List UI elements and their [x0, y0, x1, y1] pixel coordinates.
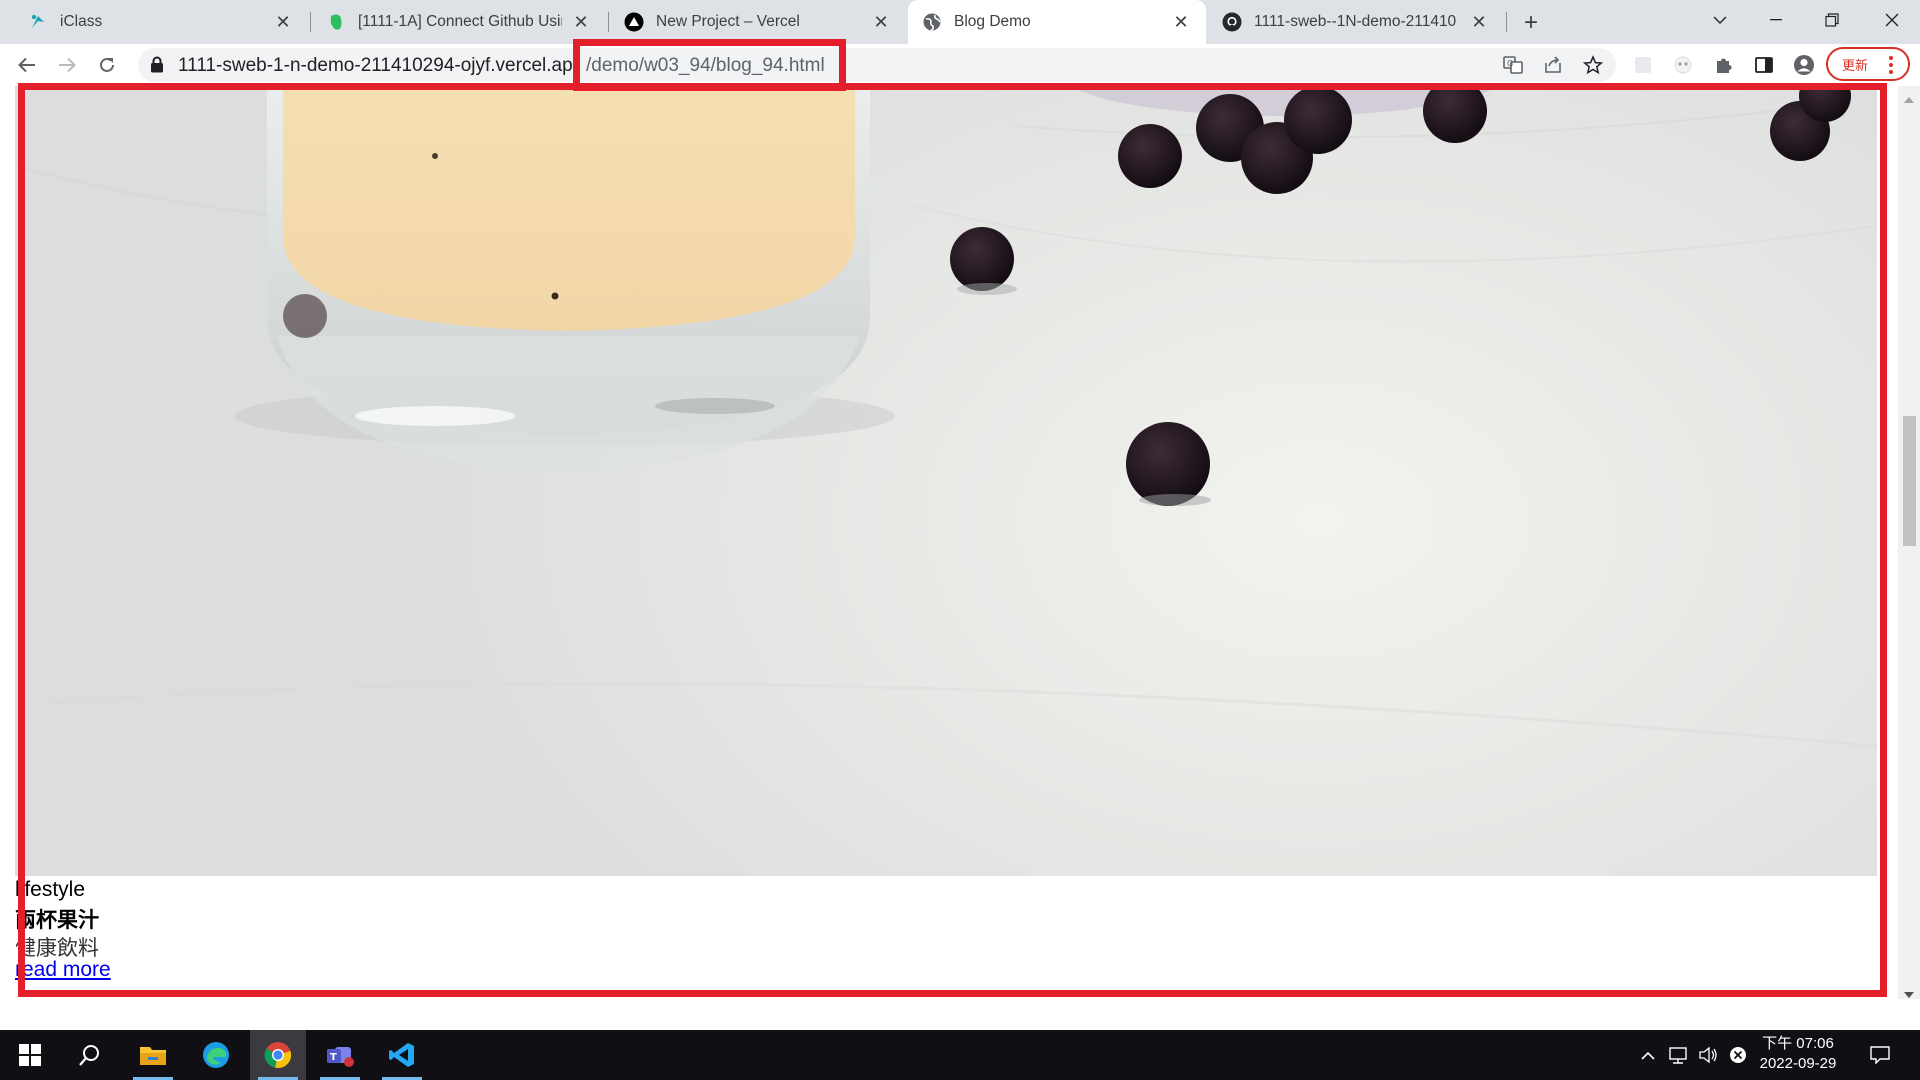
volume-icon[interactable] [1696, 1043, 1720, 1067]
tab-separator [608, 12, 609, 32]
svg-text:T: T [330, 1052, 337, 1063]
evernote-favicon-icon [326, 12, 346, 32]
tab-strip: iClass ✕ [1111-1A] Connect Github Usin ✕… [0, 0, 1920, 44]
windows-start-icon[interactable] [2, 1030, 58, 1080]
github-favicon-icon [1222, 12, 1242, 32]
file-explorer-icon[interactable] [125, 1030, 181, 1080]
tab-search-chevron-icon[interactable] [1692, 0, 1748, 40]
extensions-puzzle-icon[interactable] [1709, 50, 1739, 80]
side-panel-icon[interactable] [1749, 50, 1779, 80]
tray-overflow-chevron-icon[interactable] [1636, 1043, 1660, 1067]
update-button-label: 更新 [1842, 57, 1869, 73]
clock-time: 下午 07:06 [1762, 1035, 1834, 1052]
browser-toolbar: 1111-sweb-1-n-demo-211410294-ojyf.vercel… [0, 44, 1920, 86]
reload-button[interactable] [90, 48, 124, 82]
extension-panda-icon[interactable] [1668, 50, 1698, 80]
teams-icon[interactable]: T [312, 1030, 368, 1080]
content-highlight-box [18, 83, 1887, 997]
new-tab-button[interactable]: + [1516, 8, 1546, 38]
extension-square-icon[interactable] [1628, 50, 1658, 80]
vercel-favicon-icon [624, 12, 644, 32]
share-icon[interactable] [1538, 50, 1568, 80]
svg-text:G: G [1507, 59, 1513, 68]
search-icon[interactable] [62, 1030, 118, 1080]
scroll-up-arrow-icon[interactable] [1904, 90, 1914, 108]
bookmark-star-icon[interactable] [1578, 50, 1608, 80]
url-host-text: 1111-sweb-1-n-demo-211410294-ojyf.vercel… [178, 55, 573, 76]
translate-icon[interactable]: G [1498, 50, 1528, 80]
tab-separator [1506, 12, 1507, 32]
close-window-button[interactable] [1864, 0, 1920, 40]
update-browser-button[interactable]: 更新 [1826, 47, 1910, 81]
windows-taskbar: T 下午 07:06 2022-09-29 [0, 1030, 1920, 1080]
clock-date: 2022-09-29 [1759, 1055, 1837, 1072]
address-bar[interactable]: 1111-sweb-1-n-demo-211410294-ojyf.vercel… [138, 48, 1616, 82]
globe-favicon-icon [922, 12, 942, 32]
minimize-window-button[interactable] [1748, 0, 1804, 40]
scrollbar-thumb[interactable] [1903, 416, 1916, 546]
close-tab-icon[interactable]: ✕ [272, 11, 294, 33]
network-icon[interactable] [1666, 1043, 1690, 1067]
close-tab-icon[interactable]: ✕ [1170, 11, 1192, 33]
tab-blog-demo[interactable]: Blog Demo ✕ [908, 0, 1206, 44]
tab-connect-github[interactable]: [1111-1A] Connect Github Usin ✕ [312, 0, 606, 44]
tab-separator [310, 12, 311, 32]
close-tab-icon[interactable]: ✕ [1468, 11, 1490, 33]
iclass-favicon-icon [28, 12, 48, 32]
lock-icon[interactable] [150, 56, 164, 78]
notifications-icon[interactable] [1868, 1043, 1892, 1067]
edge-browser-icon[interactable] [188, 1030, 244, 1080]
back-button[interactable] [10, 48, 44, 82]
chrome-browser-icon[interactable] [250, 1030, 306, 1080]
tab-iclass[interactable]: iClass ✕ [14, 0, 308, 44]
more-menu-icon[interactable] [1888, 55, 1894, 78]
close-tab-icon[interactable]: ✕ [870, 11, 892, 33]
restore-window-button[interactable] [1804, 0, 1860, 40]
status-error-icon[interactable] [1726, 1043, 1750, 1067]
forward-button[interactable] [50, 48, 84, 82]
scroll-down-arrow-icon[interactable] [1904, 985, 1914, 1003]
system-clock[interactable]: 下午 07:06 2022-09-29 [1752, 1034, 1844, 1074]
tab-vercel[interactable]: New Project – Vercel ✕ [610, 0, 906, 44]
profile-avatar-icon[interactable] [1789, 50, 1819, 80]
tab-github-repo[interactable]: 1111-sweb--1N-demo-211410 ✕ [1208, 0, 1504, 44]
vscode-icon[interactable] [374, 1030, 430, 1080]
close-tab-icon[interactable]: ✕ [570, 11, 592, 33]
